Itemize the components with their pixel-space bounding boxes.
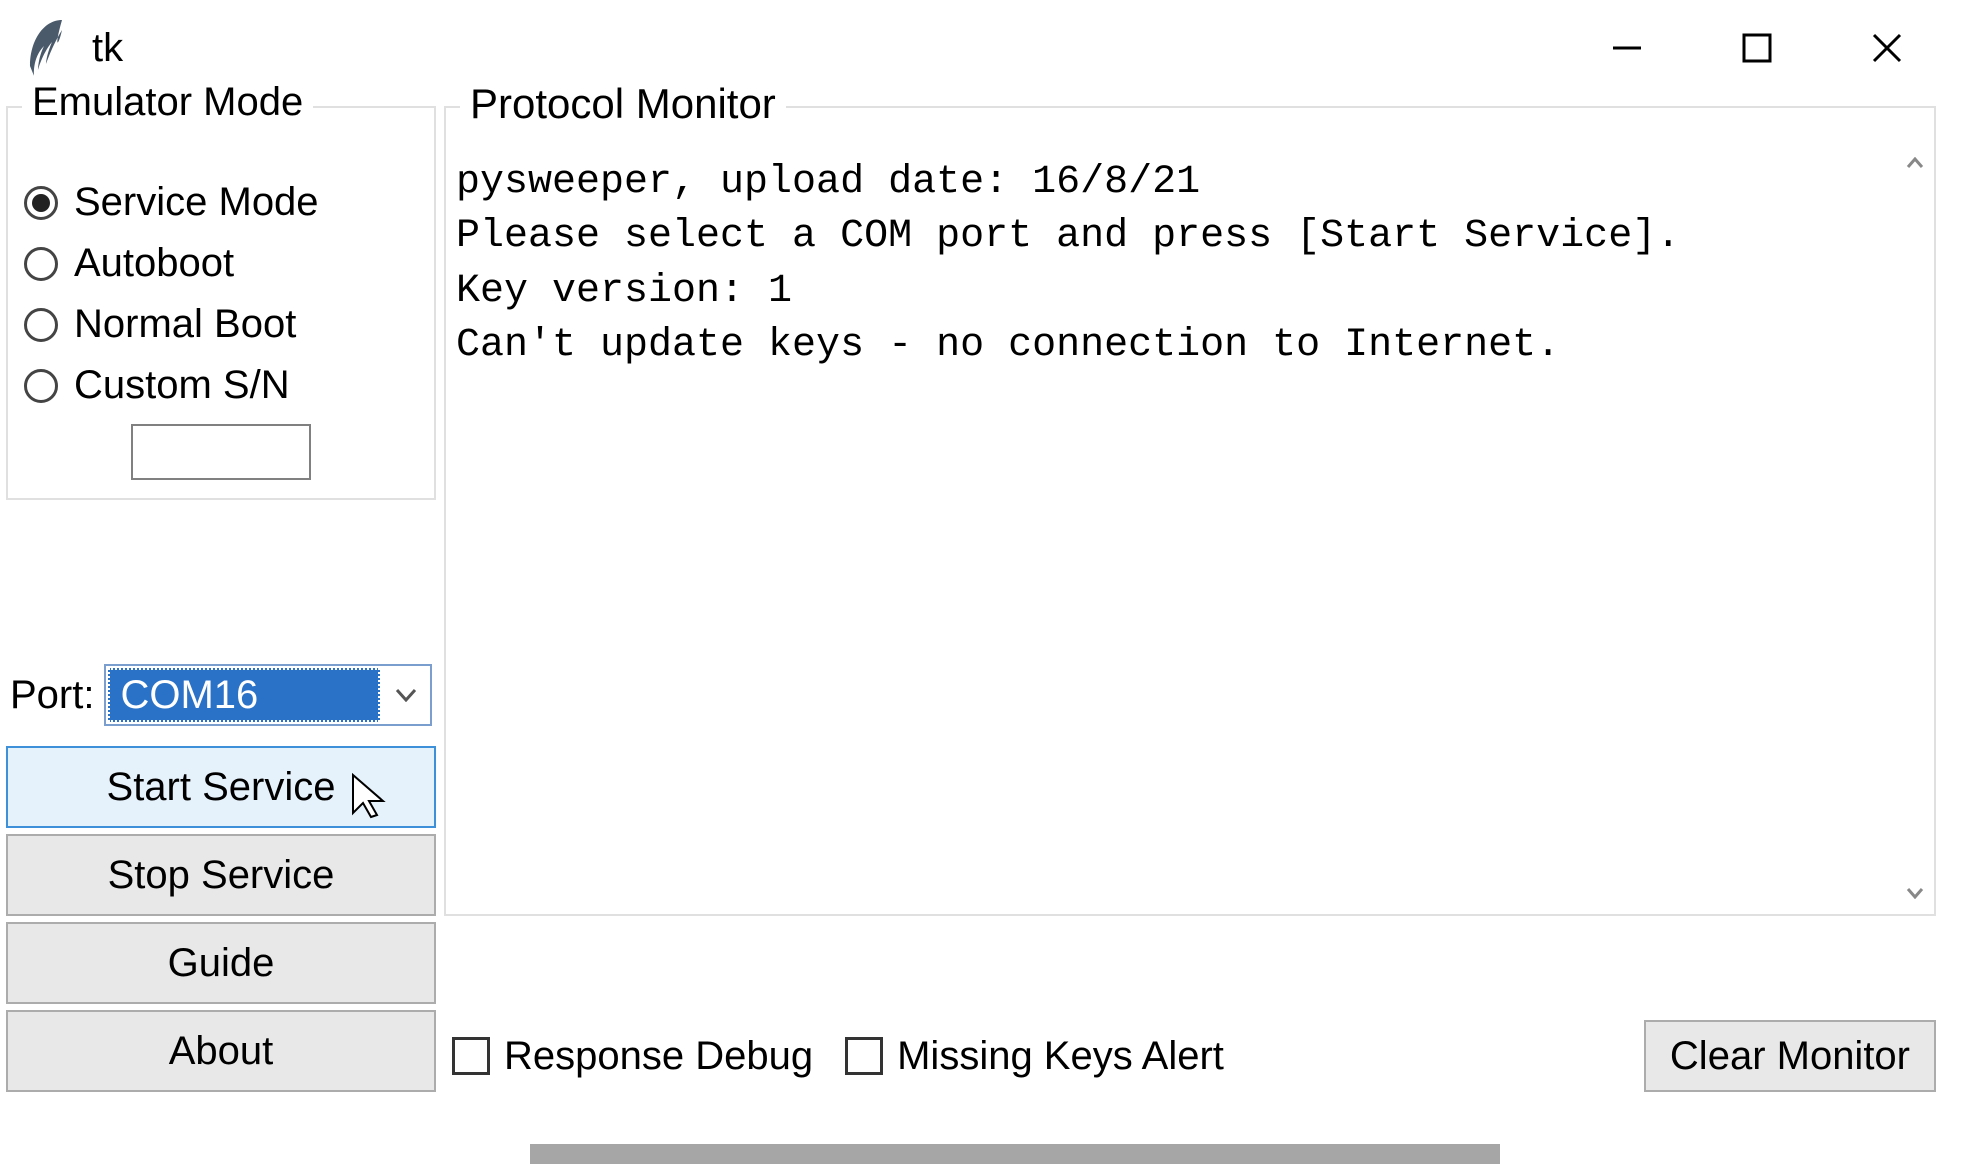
port-label: Port:: [10, 673, 94, 718]
checkbox-icon: [845, 1037, 883, 1075]
scroll-up-icon[interactable]: [1900, 148, 1930, 178]
radio-autoboot[interactable]: Autoboot: [18, 233, 424, 294]
radio-label: Service Mode: [74, 180, 319, 225]
radio-label: Normal Boot: [74, 302, 296, 347]
button-label: Stop Service: [108, 853, 335, 898]
scroll-down-icon[interactable]: [1900, 878, 1930, 908]
button-label: About: [169, 1029, 274, 1074]
radio-icon: [24, 308, 58, 342]
start-service-button[interactable]: Start Service: [6, 746, 436, 828]
button-label: Clear Monitor: [1670, 1034, 1910, 1079]
port-row: Port: COM16: [6, 664, 436, 726]
chevron-down-icon: [382, 666, 430, 724]
radio-label: Custom S/N: [74, 363, 290, 408]
button-label: Guide: [168, 941, 275, 986]
guide-button[interactable]: Guide: [6, 922, 436, 1004]
about-button[interactable]: About: [6, 1010, 436, 1092]
protocol-monitor-text[interactable]: pysweeper, upload date: 16/8/21 Please s…: [452, 148, 1894, 908]
port-value: COM16: [108, 668, 380, 722]
custom-sn-input[interactable]: [131, 424, 311, 480]
radio-icon: [24, 247, 58, 281]
clear-monitor-button[interactable]: Clear Monitor: [1644, 1020, 1936, 1092]
stop-service-button[interactable]: Stop Service: [6, 834, 436, 916]
checkbox-icon: [452, 1037, 490, 1075]
response-debug-checkbox[interactable]: Response Debug: [452, 1034, 813, 1079]
emulator-mode-panel: Emulator Mode Service Mode Autoboot Norm…: [6, 106, 436, 500]
protocol-monitor-legend: Protocol Monitor: [460, 80, 786, 128]
checkbox-label: Response Debug: [504, 1034, 813, 1079]
radio-custom-sn[interactable]: Custom S/N: [18, 355, 424, 416]
radio-icon: [24, 186, 58, 220]
port-combobox[interactable]: COM16: [104, 664, 432, 726]
close-button[interactable]: [1822, 10, 1952, 86]
radio-label: Autoboot: [74, 241, 234, 286]
window-title: tk: [92, 26, 123, 71]
feather-icon: [24, 18, 68, 78]
image-source-caption: Image from: a khubik on YouTube: [530, 1144, 1500, 1164]
protocol-monitor-panel: Protocol Monitor pysweeper, upload date:…: [444, 106, 1936, 916]
checkbox-label: Missing Keys Alert: [897, 1034, 1224, 1079]
radio-icon: [24, 369, 58, 403]
monitor-bottom-row: Response Debug Missing Keys Alert Clear …: [444, 1020, 1936, 1092]
minimize-button[interactable]: [1562, 10, 1692, 86]
button-label: Start Service: [107, 765, 336, 810]
radio-service-mode[interactable]: Service Mode: [18, 172, 424, 233]
monitor-scrollbar[interactable]: [1900, 148, 1930, 908]
emulator-mode-legend: Emulator Mode: [22, 80, 313, 125]
radio-normal-boot[interactable]: Normal Boot: [18, 294, 424, 355]
missing-keys-checkbox[interactable]: Missing Keys Alert: [845, 1034, 1224, 1079]
maximize-button[interactable]: [1692, 10, 1822, 86]
